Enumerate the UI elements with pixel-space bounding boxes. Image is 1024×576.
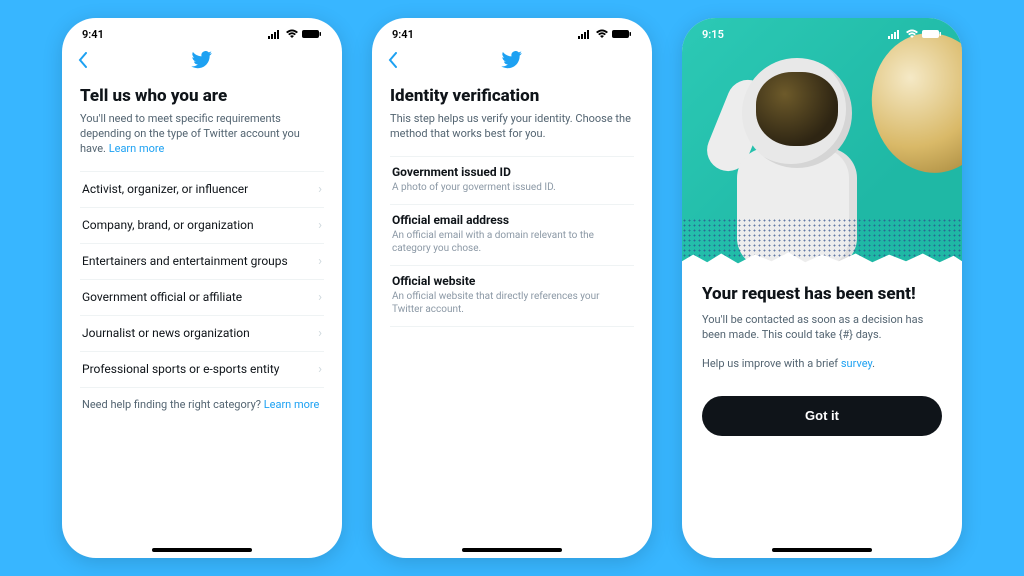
help-text: Need help finding the right category?: [82, 398, 264, 411]
category-item-company[interactable]: Company, brand, or organization ›: [80, 207, 324, 243]
halftone-pattern: [682, 218, 962, 258]
help-footer: Need help finding the right category? Le…: [80, 388, 324, 421]
status-icons: [888, 29, 942, 39]
wifi-icon: [595, 29, 609, 39]
category-item-activist[interactable]: Activist, organizer, or influencer ›: [80, 171, 324, 207]
survey-text: Help us improve with a brief: [702, 357, 841, 370]
status-bar: 9:15: [682, 18, 962, 44]
nav-bar: [62, 44, 342, 80]
content-area: Your request has been sent! You'll be co…: [682, 268, 962, 436]
chevron-right-icon: ›: [318, 326, 322, 341]
battery-icon: [302, 29, 322, 39]
chevron-right-icon: ›: [318, 290, 322, 305]
category-label: Professional sports or e-sports entity: [82, 362, 279, 376]
signal-icon: [888, 29, 902, 39]
survey-link[interactable]: survey: [841, 357, 872, 370]
confirmation-title: Your request has been sent!: [702, 284, 942, 304]
status-icons: [578, 29, 632, 39]
confirmation-description: You'll be contacted as soon as a decisio…: [702, 312, 942, 343]
home-indicator[interactable]: [462, 548, 562, 552]
category-label: Activist, organizer, or influencer: [82, 182, 248, 196]
survey-prompt: Help us improve with a brief survey.: [702, 357, 942, 370]
learn-more-link[interactable]: Learn more: [109, 142, 165, 155]
balloon-graphic: [863, 25, 962, 180]
status-bar: 9:41: [372, 18, 652, 44]
page-title: Identity verification: [390, 86, 634, 106]
battery-icon: [612, 29, 632, 39]
phone-screen-categories: 9:41 Tell us who you are You'll need to …: [62, 18, 342, 558]
home-indicator[interactable]: [772, 548, 872, 552]
chevron-left-icon: [78, 52, 88, 68]
category-item-journalist[interactable]: Journalist or news organization ›: [80, 315, 324, 351]
method-subtitle: A photo of your goverment issued ID.: [392, 181, 632, 194]
category-item-entertainers[interactable]: Entertainers and entertainment groups ›: [80, 243, 324, 279]
page-description: This step helps us verify your identity.…: [390, 112, 634, 142]
content-area: Tell us who you are You'll need to meet …: [62, 80, 342, 558]
status-time: 9:15: [702, 28, 724, 41]
twitter-logo-icon: [501, 51, 523, 73]
status-time: 9:41: [82, 28, 104, 41]
chevron-right-icon: ›: [318, 218, 322, 233]
status-icons: [268, 29, 322, 39]
method-item-official-website[interactable]: Official website An official website tha…: [390, 265, 634, 327]
home-indicator[interactable]: [152, 548, 252, 552]
method-subtitle: An official email with a domain relevant…: [392, 229, 632, 255]
chevron-right-icon: ›: [318, 182, 322, 197]
hero-image: 9:15: [682, 18, 962, 268]
category-label: Entertainers and entertainment groups: [82, 254, 288, 268]
chevron-right-icon: ›: [318, 254, 322, 269]
signal-icon: [578, 29, 592, 39]
phone-screen-confirmation: 9:15 Your request has been sent! You'll …: [682, 18, 962, 558]
nav-bar: [372, 44, 652, 80]
category-label: Government official or affiliate: [82, 290, 242, 304]
wifi-icon: [285, 29, 299, 39]
got-it-button[interactable]: Got it: [702, 396, 942, 436]
method-list: Government issued ID A photo of your gov…: [390, 156, 634, 327]
category-label: Company, brand, or organization: [82, 218, 254, 232]
page-description: You'll need to meet specific requirement…: [80, 112, 324, 157]
method-title: Government issued ID: [392, 165, 632, 179]
page-title: Tell us who you are: [80, 86, 324, 106]
method-item-government-id[interactable]: Government issued ID A photo of your gov…: [390, 156, 634, 204]
chevron-right-icon: ›: [318, 362, 322, 377]
battery-icon: [922, 29, 942, 39]
signal-icon: [268, 29, 282, 39]
survey-text-post: .: [872, 357, 875, 370]
method-subtitle: An official website that directly refere…: [392, 290, 632, 316]
back-button[interactable]: [78, 52, 88, 73]
phone-screen-verification: 9:41 Identity verification This step hel…: [372, 18, 652, 558]
method-title: Official email address: [392, 213, 632, 227]
twitter-logo-icon: [191, 51, 213, 73]
category-label: Journalist or news organization: [82, 326, 250, 340]
method-item-official-email[interactable]: Official email address An official email…: [390, 204, 634, 265]
chevron-left-icon: [388, 52, 398, 68]
status-bar: 9:41: [62, 18, 342, 44]
category-item-sports[interactable]: Professional sports or e-sports entity ›: [80, 351, 324, 388]
status-time: 9:41: [392, 28, 414, 41]
category-item-government[interactable]: Government official or affiliate ›: [80, 279, 324, 315]
category-list: Activist, organizer, or influencer › Comp…: [80, 171, 324, 388]
method-title: Official website: [392, 274, 632, 288]
back-button[interactable]: [388, 52, 398, 73]
wifi-icon: [905, 29, 919, 39]
help-learn-more-link[interactable]: Learn more: [264, 398, 320, 411]
content-area: Identity verification This step helps us…: [372, 80, 652, 558]
